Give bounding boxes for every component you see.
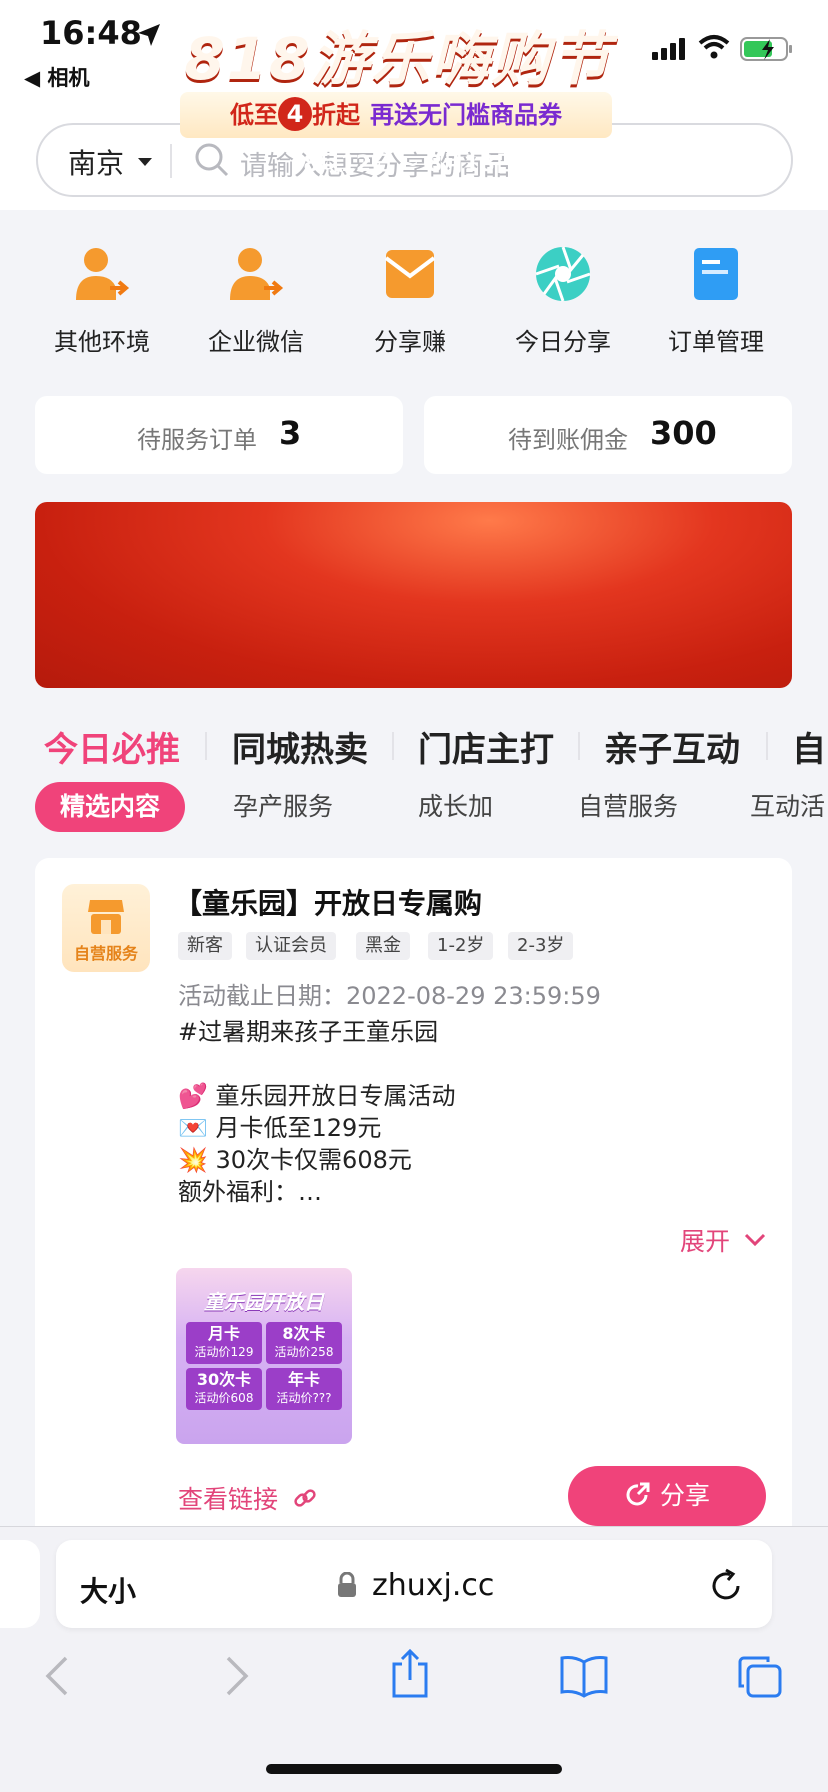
desc-line: 💥 30次卡仅需608元	[178, 1146, 412, 1174]
desc-line: 额外福利：…	[178, 1178, 322, 1206]
home-indicator	[266, 1764, 562, 1774]
promo-banner[interactable]	[35, 502, 792, 688]
quick-action-order-mgmt[interactable]: 订单管理	[646, 244, 786, 357]
tab-local-hot[interactable]: 同城热卖	[232, 722, 368, 771]
back-icon[interactable]	[40, 1654, 76, 1698]
quick-action-label: 订单管理	[668, 328, 764, 356]
product-title[interactable]: 【童乐园】开放日专属购	[174, 882, 482, 922]
tab-divider	[766, 732, 768, 760]
pending-orders-card[interactable]: 待服务订单 3	[35, 396, 403, 474]
tab-recommended[interactable]: 今日必推	[44, 722, 180, 771]
tab-divider	[578, 732, 580, 760]
quick-action-label: 今日分享	[515, 328, 611, 356]
tab-self-operated[interactable]: 自	[792, 722, 826, 771]
thumb-cell: 8次卡 活动价258	[266, 1322, 342, 1364]
cellular-signal-icon	[652, 38, 685, 60]
person-transfer-icon	[76, 248, 130, 300]
wifi-icon	[698, 35, 730, 59]
text-size-button[interactable]: 大小	[80, 1570, 136, 1610]
link-icon	[294, 1489, 316, 1507]
document-icon	[694, 248, 738, 300]
bookmarks-icon[interactable]	[558, 1654, 610, 1698]
battery-charging-icon	[740, 37, 792, 61]
tabs-icon[interactable]	[736, 1654, 784, 1700]
desc-line: 💌 月卡低至129元	[178, 1114, 382, 1142]
search-icon	[195, 143, 229, 177]
lock-icon	[338, 1572, 356, 1597]
tag-black-gold: 黑金	[356, 932, 410, 960]
quick-action-label: 分享赚	[374, 328, 446, 356]
clock: 16:48	[40, 14, 142, 52]
person-transfer-icon	[230, 248, 284, 300]
banner-date: 8月12日 ~ 8月18日	[303, 152, 517, 177]
aperture-icon	[535, 246, 591, 302]
expand-button[interactable]: 展开	[680, 1222, 766, 1258]
chip-interactive[interactable]: 互动活	[750, 782, 825, 832]
tab-parent-child[interactable]: 亲子互动	[604, 722, 740, 771]
desc-line: #过暑期来孩子王童乐园	[178, 1018, 439, 1046]
view-link-button[interactable]: 查看链接	[178, 1480, 318, 1516]
quick-action-label: 其他环境	[54, 328, 150, 356]
forward-icon[interactable]	[218, 1654, 254, 1698]
chip-self-service[interactable]: 自营服务	[578, 782, 678, 832]
pending-orders-value: 3	[279, 414, 302, 452]
view-link-label: 查看链接	[178, 1485, 279, 1514]
tab-divider	[392, 732, 394, 760]
quick-action-other-env[interactable]: 其他环境	[32, 244, 172, 357]
tag-age-1-2: 1-2岁	[428, 932, 494, 960]
thumb-cell: 30次卡 活动价608	[186, 1368, 262, 1410]
chevron-down-icon	[744, 1233, 766, 1247]
thumb-cell: 月卡 活动价129	[186, 1322, 262, 1364]
caret-down-icon[interactable]	[138, 158, 152, 166]
pending-commission-card[interactable]: 待到账佣金 300	[424, 396, 792, 474]
share-button[interactable]: 分享	[568, 1466, 766, 1526]
shop-icon	[88, 900, 124, 934]
envelope-icon	[384, 250, 436, 298]
share-label: 分享	[659, 1481, 710, 1510]
deadline: 活动截止日期：2022-08-29 23:59:59	[178, 982, 601, 1010]
thumb-cell: 年卡 活动价???	[266, 1368, 342, 1410]
previous-tab-edge[interactable]	[0, 1540, 40, 1628]
back-to-app-link[interactable]: ◀ 相机	[24, 62, 89, 92]
quick-action-label: 企业微信	[208, 328, 304, 356]
quick-action-today-share[interactable]: 今日分享	[493, 244, 633, 357]
reload-icon[interactable]	[708, 1568, 744, 1604]
product-thumbnail[interactable]: 童乐园开放日 月卡 活动价129 8次卡 活动价258 30次卡 活动价608 年卡活…	[176, 1268, 352, 1444]
search-divider	[170, 144, 172, 178]
share-icon	[626, 1482, 650, 1506]
tab-store-featured[interactable]: 门店主打	[418, 722, 554, 771]
chip-selected-content[interactable]: 精选内容	[35, 782, 186, 832]
tab-divider	[205, 732, 207, 760]
expand-label: 展开	[680, 1227, 731, 1256]
banner-title: 818游乐嗨购节	[184, 25, 612, 93]
chip-maternity[interactable]: 孕产服务	[233, 782, 333, 832]
thumb-title: 童乐园开放日	[204, 1290, 324, 1314]
quick-action-share-earn[interactable]: 分享赚	[340, 244, 480, 357]
tag-verified: 认证会员	[246, 932, 336, 960]
desc-line: 💕 童乐园开放日专属活动	[178, 1082, 456, 1110]
pending-commission-value: 300	[650, 414, 717, 452]
tag-age-2-3: 2-3岁	[508, 932, 574, 960]
banner-subtitle: 低至 4 折起 再送无门槛商品券	[180, 92, 612, 138]
quick-action-wecom[interactable]: 企业微信	[186, 244, 326, 357]
badge-label: 自营服务	[73, 944, 138, 963]
tag-new: 新客	[178, 932, 232, 960]
url-text[interactable]: zhuxj.cc	[372, 1568, 494, 1603]
chip-growth[interactable]: 成长加	[418, 782, 493, 832]
self-operated-badge: 自营服务	[62, 884, 150, 972]
pending-orders-label: 待服务订单	[137, 426, 257, 454]
share-sheet-icon[interactable]	[388, 1648, 432, 1700]
pending-commission-label: 待到账佣金	[508, 426, 628, 454]
city-selector[interactable]: 南京	[68, 142, 124, 182]
